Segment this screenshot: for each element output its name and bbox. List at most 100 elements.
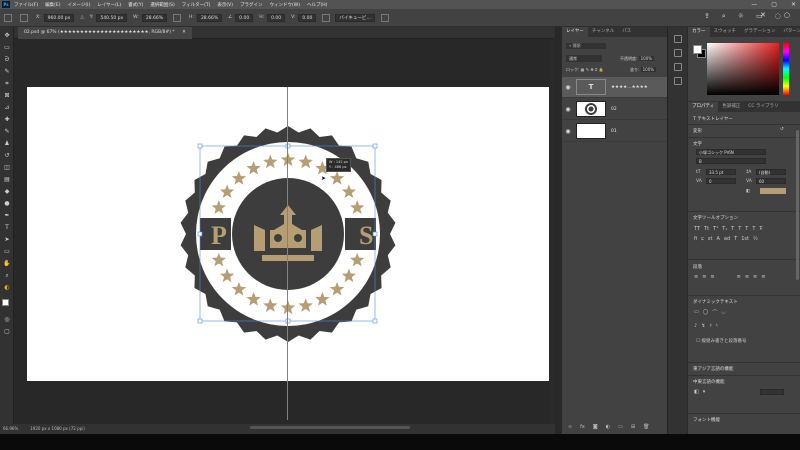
- tab-close-icon[interactable]: ✕: [182, 30, 186, 35]
- font-family-select[interactable]: 小塚ゴシック Pr6N: [696, 149, 766, 155]
- text-color-swatch[interactable]: [760, 188, 786, 194]
- eyedropper-icon[interactable]: ⊿: [3, 105, 11, 111]
- maximize-icon[interactable]: ▢: [771, 1, 777, 8]
- opacity-field[interactable]: 100%: [638, 56, 655, 61]
- lock-icons[interactable]: ▦ ✎ ✥ ⌗ 🔒: [581, 67, 604, 72]
- middle-east-header[interactable]: 中東言語の機能: [693, 379, 725, 385]
- visibility-eye-icon[interactable]: ◉: [564, 106, 572, 113]
- search-icon[interactable]: ⌕: [722, 12, 726, 21]
- history-brush-icon[interactable]: ↺: [3, 153, 11, 159]
- interpolation-select[interactable]: バイキュービ…: [335, 13, 375, 22]
- menu-edit[interactable]: 編集(E): [45, 2, 60, 8]
- mixed-text-toggle[interactable]: ☐ 縦組み書きと段落番号: [696, 338, 746, 344]
- brush-tool-icon[interactable]: ✎: [3, 129, 11, 135]
- fill-field[interactable]: 100%: [640, 67, 657, 72]
- vertical-scrollbar[interactable]: [550, 40, 555, 425]
- dynamic-shape-icons[interactable]: ▭ ◯ ⌒ ◡: [694, 309, 726, 316]
- zoom-tool-icon[interactable]: ⌕: [3, 273, 11, 279]
- zoom-level[interactable]: 66.96%: [3, 424, 18, 434]
- type-options-header[interactable]: 文字ツールオプション: [693, 215, 738, 221]
- brushes-panel-icon[interactable]: [674, 63, 682, 71]
- w-field[interactable]: 28.66%: [141, 13, 168, 22]
- tab-channels[interactable]: チャンネル: [588, 27, 618, 37]
- foreground-color-swatch[interactable]: [2, 299, 9, 306]
- layer-row[interactable]: ◉ 02: [562, 99, 668, 120]
- y-field[interactable]: 540.50 px: [96, 13, 128, 22]
- minimize-icon[interactable]: —: [751, 1, 757, 8]
- h-skew-field[interactable]: 0.00: [267, 13, 286, 22]
- tab-properties[interactable]: プロパティ: [688, 102, 719, 112]
- warp-icons[interactable]: ♪ ↯ ♯ ♮: [694, 323, 718, 329]
- tab-adjustments[interactable]: 色調補正: [718, 102, 744, 112]
- screen-mode-icon[interactable]: ▢: [3, 329, 11, 335]
- blend-mode-select[interactable]: 通常: [566, 55, 602, 62]
- crop-tool-icon[interactable]: ⌗: [3, 81, 11, 87]
- font-size-field[interactable]: 33.5 pt: [706, 169, 736, 175]
- font-features-header[interactable]: フォント機能: [693, 417, 720, 423]
- tab-gradients[interactable]: グラデーション: [740, 27, 779, 37]
- gradient-tool-icon[interactable]: ▤: [3, 177, 11, 183]
- layer-filter-select[interactable]: ⌕ 種類: [566, 43, 606, 49]
- history-panel-icon[interactable]: [674, 35, 682, 43]
- document-tab[interactable]: 02.psd @ 67% (★★★★★★★★★★★★★★★★★★★★★★, RG…: [18, 27, 192, 39]
- blur-tool-icon[interactable]: ◆: [3, 189, 11, 195]
- menu-layer[interactable]: レイヤー(L): [97, 2, 121, 8]
- tab-layers[interactable]: レイヤー: [562, 27, 588, 37]
- foreground-swatch[interactable]: [693, 45, 702, 54]
- layer-name[interactable]: ★★★★…★★★★: [611, 85, 648, 90]
- move-tool-icon[interactable]: ✥: [3, 33, 11, 39]
- kerning-field[interactable]: 60: [756, 178, 786, 184]
- type-options-icons[interactable]: TT Tt T¹ T₁ T T T T Ŧ: [694, 226, 762, 232]
- hue-slider[interactable]: [783, 43, 789, 95]
- type-tool-icon[interactable]: T: [3, 225, 11, 231]
- brightness-icon[interactable]: ☼: [738, 12, 744, 21]
- horizontal-scroll-thumb[interactable]: [250, 426, 410, 429]
- transform-section-header[interactable]: 変形: [693, 128, 702, 134]
- layer-row[interactable]: ◉ T ★★★★…★★★★: [562, 77, 668, 98]
- direction-select[interactable]: [760, 389, 784, 395]
- tab-swatches[interactable]: スウォッチ: [710, 27, 741, 37]
- menu-window[interactable]: ウィンドウ(W): [270, 2, 300, 8]
- character-section-header[interactable]: 文字: [693, 141, 702, 147]
- commit-transform-icon[interactable]: ○: [784, 11, 790, 19]
- tracking-field[interactable]: 0: [706, 178, 736, 184]
- edit-toolbar-icon[interactable]: ◐: [3, 285, 11, 291]
- eraser-tool-icon[interactable]: ◫: [3, 165, 11, 171]
- actions-panel-icon[interactable]: [674, 49, 682, 57]
- fx-icon[interactable]: fx: [580, 424, 585, 430]
- path-select-icon[interactable]: ➤: [3, 237, 11, 243]
- menu-image[interactable]: イメージ(I): [67, 2, 90, 8]
- reference-point[interactable]: [20, 13, 30, 22]
- tab-paths[interactable]: パス: [618, 27, 635, 37]
- menu-view[interactable]: 表示(V): [217, 2, 233, 8]
- close-icon[interactable]: ✕: [791, 1, 796, 8]
- tab-patterns[interactable]: パターン: [779, 27, 800, 37]
- home-button[interactable]: [4, 13, 14, 22]
- help-icon[interactable]: ◌: [775, 12, 781, 21]
- visibility-eye-icon[interactable]: ◉: [564, 84, 572, 91]
- delta-icon[interactable]: △: [80, 15, 83, 20]
- link-icon[interactable]: [173, 13, 182, 22]
- reset-icon[interactable]: ↺: [780, 127, 784, 132]
- frame-tool-icon[interactable]: ⊠: [3, 93, 11, 99]
- v-skew-field[interactable]: 0.00: [298, 13, 317, 22]
- leading-field[interactable]: (自動): [756, 169, 786, 175]
- paragraph-header[interactable]: 段落: [693, 264, 702, 270]
- group-icon[interactable]: ▭: [618, 424, 623, 430]
- share-icon[interactable]: ⇪: [704, 12, 710, 21]
- healing-brush-icon[interactable]: ✚: [3, 117, 11, 123]
- color-field[interactable]: [707, 43, 779, 95]
- pen-tool-icon[interactable]: ✒: [3, 213, 11, 219]
- trash-icon[interactable]: 🗑: [643, 424, 649, 430]
- menu-type[interactable]: 書式(Y): [128, 2, 143, 8]
- direction-icons[interactable]: ◧ ▾: [694, 389, 705, 395]
- dynamic-text-header[interactable]: ダイナミックテキスト: [693, 299, 738, 305]
- layer-name[interactable]: 01: [611, 129, 617, 134]
- h-field[interactable]: 28.66%: [196, 13, 223, 22]
- menu-help[interactable]: ヘルプ(H): [307, 2, 327, 8]
- layer-row[interactable]: ◉ 01: [562, 121, 668, 142]
- angle-field[interactable]: 0.00: [235, 13, 254, 22]
- type-options-icons-2[interactable]: fi ɕ st Aad T 1st ½: [694, 236, 758, 242]
- menu-select[interactable]: 選択範囲(S): [150, 2, 174, 8]
- link-layers-icon[interactable]: ∞: [568, 424, 572, 430]
